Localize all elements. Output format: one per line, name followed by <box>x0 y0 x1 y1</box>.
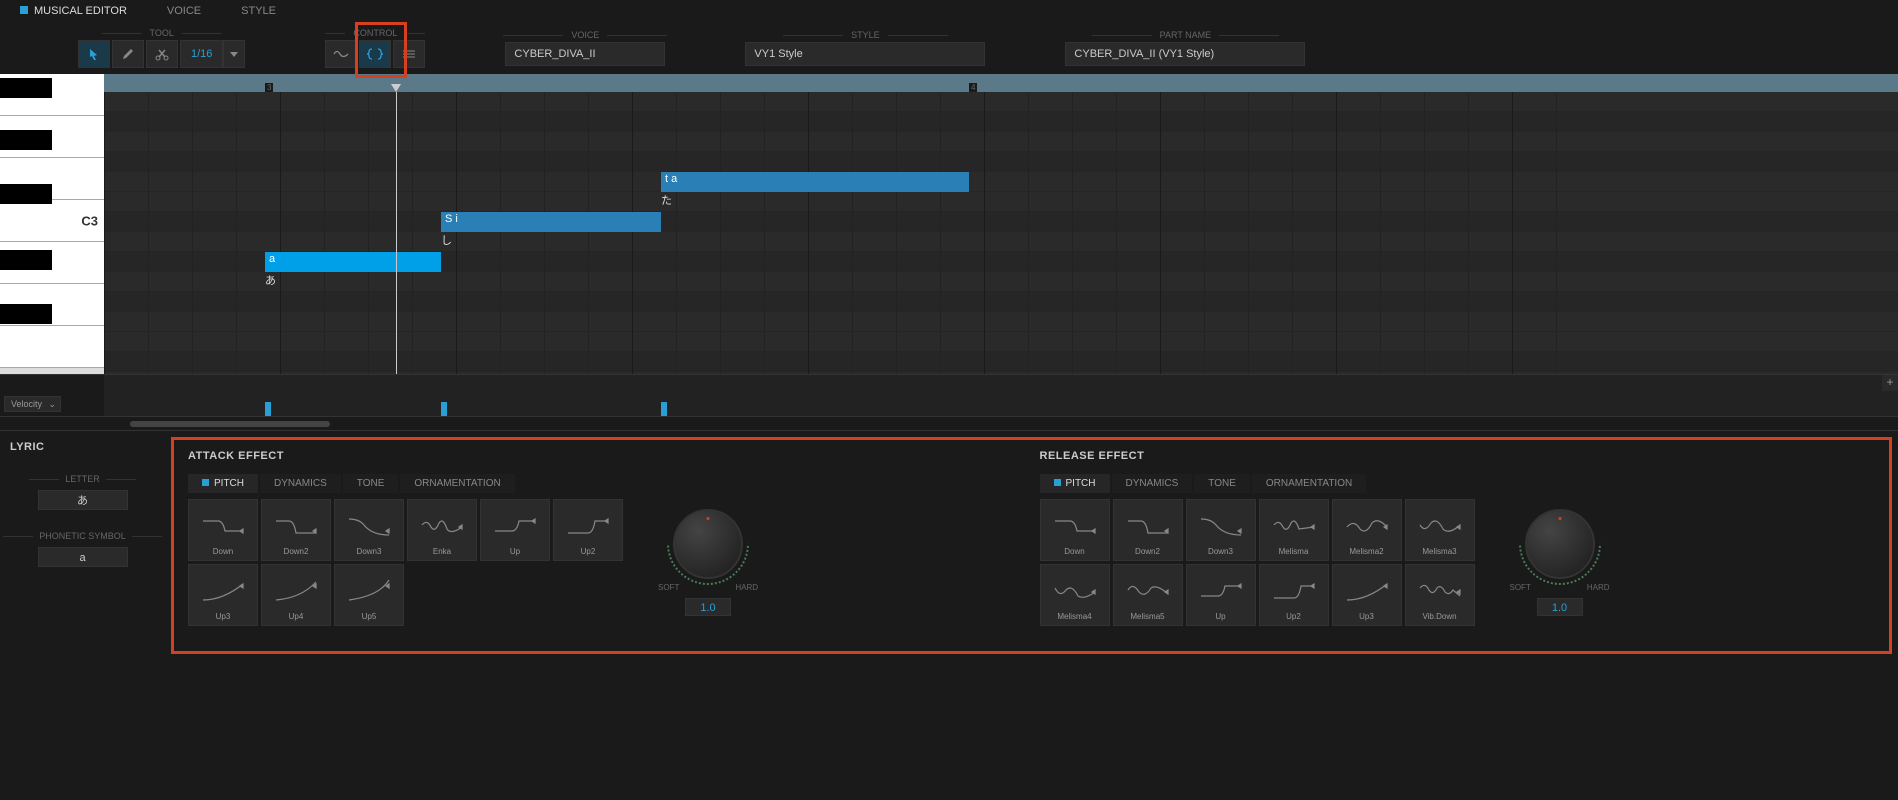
phonetic-label: PHONETIC SYMBOL <box>39 531 126 541</box>
control-lines-icon[interactable] <box>393 40 425 68</box>
control-braces-icon[interactable] <box>359 40 391 68</box>
preset-up2[interactable]: Up2 <box>553 499 623 561</box>
tool-pencil[interactable] <box>112 40 144 68</box>
attack-knob-value[interactable]: 1.0 <box>685 598 731 616</box>
timeline-ruler[interactable]: 3 4 <box>104 74 1898 92</box>
attack-tab-tone[interactable]: TONE <box>343 474 399 493</box>
effects-highlighted-area: ATTACK EFFECT PITCH DYNAMICS TONE ORNAME… <box>171 437 1892 654</box>
bar-marker: 4 <box>969 83 977 92</box>
preset-melisma2[interactable]: Melisma2 <box>1332 499 1402 561</box>
preset-melisma[interactable]: Melisma <box>1259 499 1329 561</box>
tool-scissors[interactable] <box>146 40 178 68</box>
velocity-bar[interactable] <box>661 402 667 416</box>
attack-knob[interactable] <box>673 509 743 579</box>
playhead[interactable] <box>396 92 397 374</box>
voice-label: VOICE <box>571 30 599 40</box>
preset-melisma3[interactable]: Melisma3 <box>1405 499 1475 561</box>
release-tab-ornamentation[interactable]: ORNAMENTATION <box>1252 474 1366 493</box>
attack-tab-pitch[interactable]: PITCH <box>188 474 258 493</box>
note-lyric: し <box>441 232 452 248</box>
note-lyric: た <box>661 192 672 208</box>
quantize-value[interactable]: 1/16 <box>180 40 223 68</box>
preset-up[interactable]: Up <box>1186 564 1256 626</box>
preset-melisma5[interactable]: Melisma5 <box>1113 564 1183 626</box>
attack-title: ATTACK EFFECT <box>188 450 1024 462</box>
note-block[interactable]: a <box>265 252 441 272</box>
piano-keyboard[interactable]: C3 <box>0 74 104 374</box>
velocity-selector[interactable]: Velocity ⌄ <box>4 396 61 412</box>
preset-down[interactable]: Down <box>188 499 258 561</box>
control-group-label: CONTROL <box>353 28 397 38</box>
preset-down[interactable]: Down <box>1040 499 1110 561</box>
attack-tab-dynamics[interactable]: DYNAMICS <box>260 474 341 493</box>
preset-down3[interactable]: Down3 <box>334 499 404 561</box>
letter-input[interactable]: あ <box>38 490 128 510</box>
tab-musical-editor[interactable]: MUSICAL EDITOR <box>0 1 147 21</box>
preset-down2[interactable]: Down2 <box>261 499 331 561</box>
note-block[interactable]: S i <box>441 212 661 232</box>
preset-down2[interactable]: Down2 <box>1113 499 1183 561</box>
release-knob-value[interactable]: 1.0 <box>1537 598 1583 616</box>
preset-enka[interactable]: Enka <box>407 499 477 561</box>
phonetic-input[interactable]: a <box>38 547 128 567</box>
release-tab-tone[interactable]: TONE <box>1194 474 1250 493</box>
preset-up[interactable]: Up <box>480 499 550 561</box>
preset-down3[interactable]: Down3 <box>1186 499 1256 561</box>
preset-up3[interactable]: Up3 <box>188 564 258 626</box>
style-label: STYLE <box>851 30 880 40</box>
preset-up2[interactable]: Up2 <box>1259 564 1329 626</box>
voice-field[interactable] <box>505 42 665 66</box>
piano-roll-grid[interactable]: t aたS iしaあ <box>104 92 1898 374</box>
preset-up4[interactable]: Up4 <box>261 564 331 626</box>
horizontal-scrollbar[interactable] <box>130 421 330 427</box>
control-wave-icon[interactable] <box>325 40 357 68</box>
release-tab-pitch[interactable]: PITCH <box>1040 474 1110 493</box>
note-block[interactable]: t a <box>661 172 969 192</box>
note-lyric: あ <box>265 272 276 288</box>
quantize-dropdown[interactable] <box>223 40 245 68</box>
add-lane-button[interactable]: + <box>1882 375 1898 391</box>
bar-marker: 3 <box>265 83 273 92</box>
partname-label: PART NAME <box>1160 30 1212 40</box>
attack-tab-ornamentation[interactable]: ORNAMENTATION <box>400 474 514 493</box>
tool-arrow[interactable] <box>78 40 110 68</box>
key-c3-label: C3 <box>81 213 98 228</box>
preset-up5[interactable]: Up5 <box>334 564 404 626</box>
release-tab-dynamics[interactable]: DYNAMICS <box>1112 474 1193 493</box>
partname-field[interactable] <box>1065 42 1305 66</box>
preset-melisma4[interactable]: Melisma4 <box>1040 564 1110 626</box>
letter-label: LETTER <box>65 474 100 484</box>
velocity-bar[interactable] <box>265 402 271 416</box>
release-knob[interactable] <box>1525 509 1595 579</box>
velocity-lane[interactable]: + <box>104 375 1898 416</box>
tab-voice[interactable]: VOICE <box>147 1 221 21</box>
tool-group-label: TOOL <box>150 28 174 38</box>
preset-vibdown[interactable]: Vib.Down <box>1405 564 1475 626</box>
release-title: RELEASE EFFECT <box>1040 450 1876 462</box>
velocity-bar[interactable] <box>441 402 447 416</box>
tab-style[interactable]: STYLE <box>221 1 296 21</box>
preset-up3[interactable]: Up3 <box>1332 564 1402 626</box>
lyric-title: LYRIC <box>10 441 155 453</box>
style-field[interactable] <box>745 42 985 66</box>
